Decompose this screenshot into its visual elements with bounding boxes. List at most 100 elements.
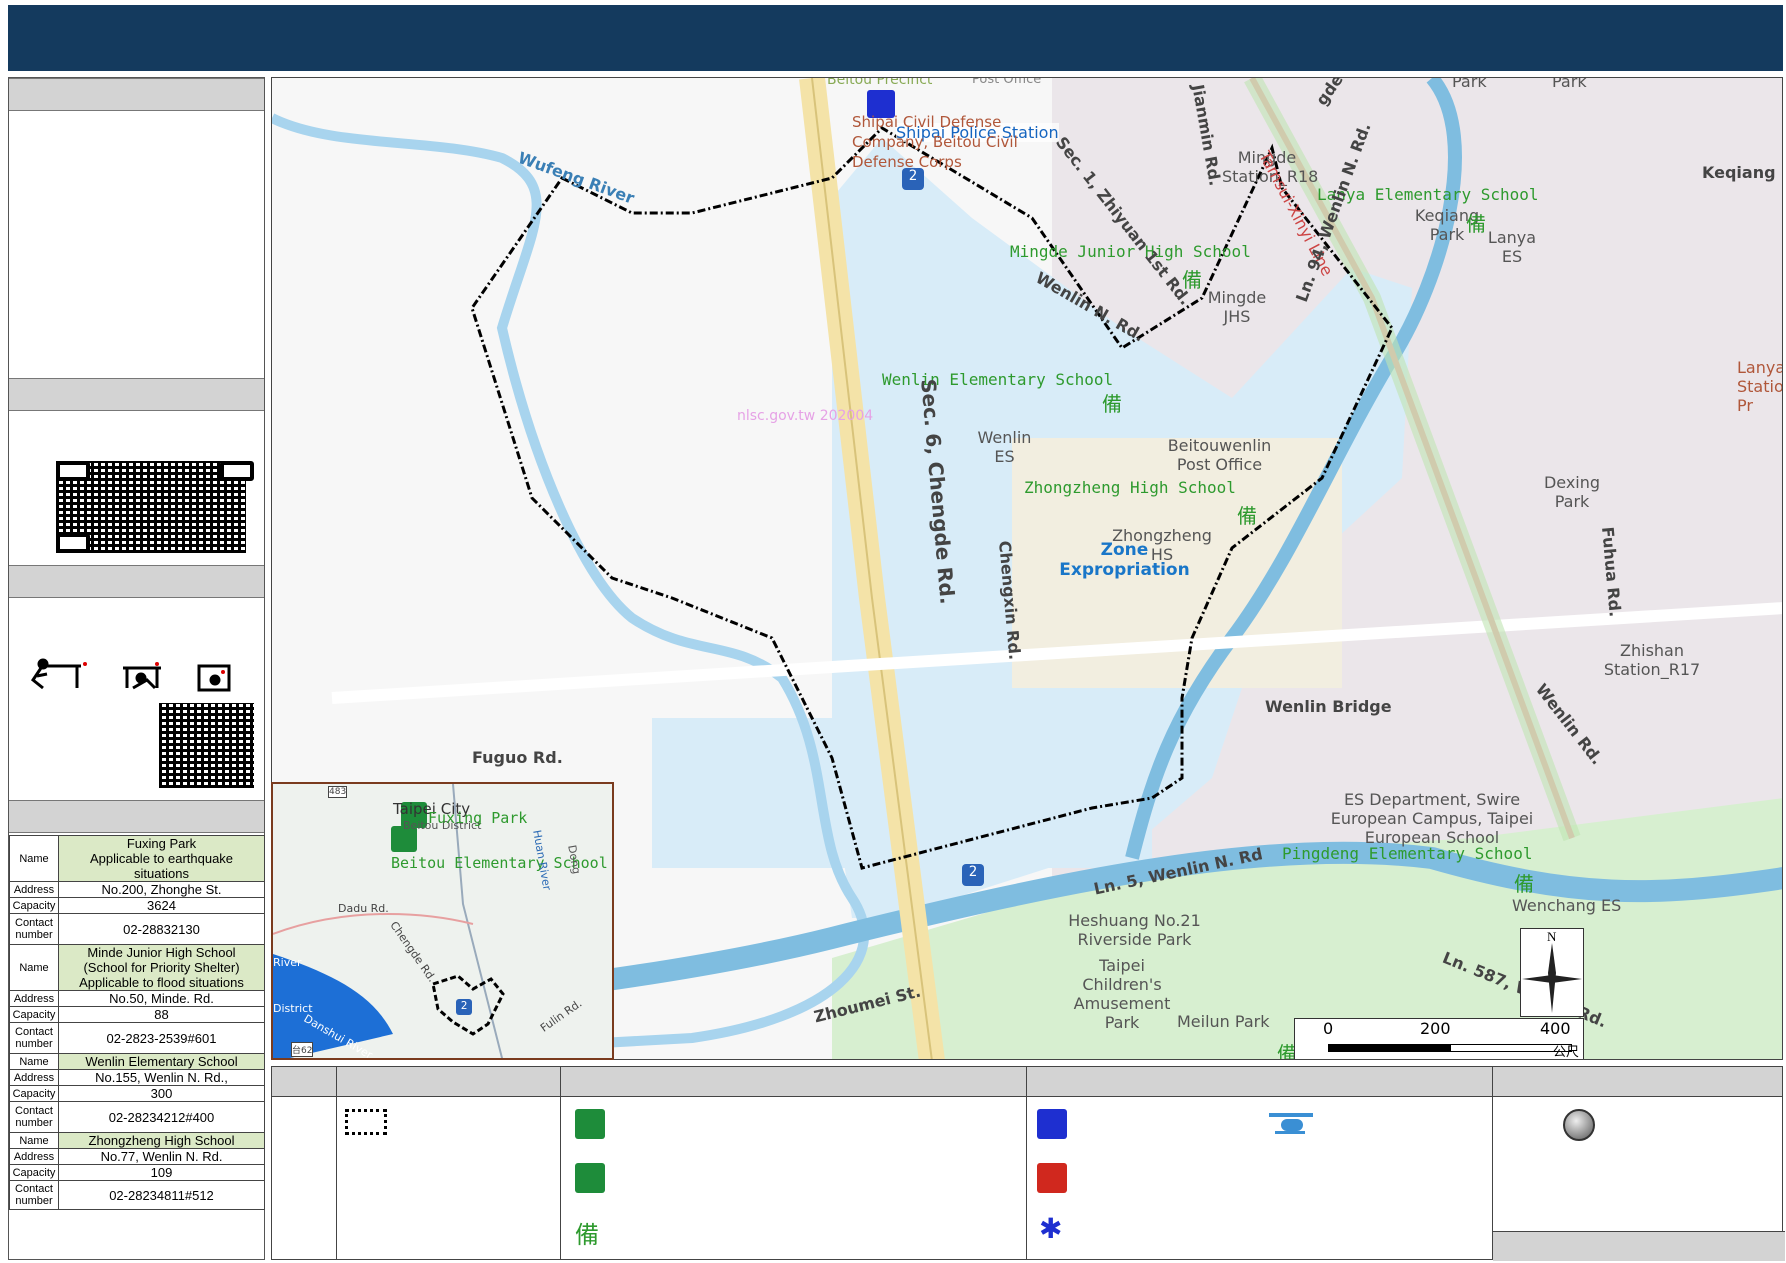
table-row: Name Zhongzheng High School [9,1132,265,1149]
map-label: Wenlin ES [977,428,1032,466]
legend-col-boundary [336,1067,560,1259]
shelter-icon[interactable]: 備 [1514,868,1534,897]
inset-label: District [273,1002,313,1015]
north-arrow: N [1520,928,1584,1017]
address-label: Address [9,1069,59,1086]
capacity-label: Capacity [9,1164,59,1181]
capacity-value: 3624 [58,897,265,914]
legend-footer [1493,1231,1785,1261]
qr-finder-icon [220,461,254,481]
map-label: Wenchang ES [1512,896,1622,915]
table-row: Name Minde Junior High School (School for… [9,944,265,991]
table-row: Name Wenlin Elementary School [9,1053,265,1070]
table-row: Contact number 02-28234212#400 [9,1101,265,1133]
shelter-icon[interactable]: 備 [1182,264,1202,293]
map-label: Park [1452,77,1487,91]
shelter-name: Minde Junior High School (School for Prio… [58,944,265,991]
freeway-shield-icon: 2 [902,168,924,190]
info-sidebar: Name Fuxing Park Applicable to earthquake… [8,77,265,1260]
contact-label: Contact number [9,1022,59,1054]
scale-bar-black [1328,1044,1450,1052]
backup-shelter-icon: 備 [575,1221,599,1249]
map-label: Meilun Park [1177,1012,1270,1031]
name-label: Name [9,1053,59,1070]
map-label: Zhongzheng High School [1024,478,1236,497]
name-label: Name [9,835,59,882]
inset-label: Dadu Rd. [338,902,389,915]
contact-value: 02-28234212#400 [58,1101,265,1133]
table-row: Contact number 02-28234811#512 [9,1180,265,1210]
map-label: Park [1552,77,1587,91]
address-value: No.77, Wenlin N. Rd. [58,1148,265,1165]
title-banner [8,5,1783,71]
address-label: Address [9,881,59,898]
boundary-symbol-icon [345,1109,387,1135]
address-value: No.50, Minde. Rd. [58,990,265,1007]
contact-label: Contact number [9,913,59,945]
address-value: No.155, Wenlin N. Rd., [58,1069,265,1086]
indoor-shelter-icon [575,1109,605,1139]
inset-map[interactable]: Taipei City Beitou District Fuxing Park … [271,782,614,1060]
legend-col-services: ✱ [1026,1067,1492,1259]
map-label: Post Office [972,77,1042,87]
qr-finder-icon [56,533,90,553]
inset-label: River [273,956,302,969]
contact-value: 02-28234811#512 [58,1180,265,1210]
shelter-icon[interactable]: 備 [1102,388,1122,417]
shelter-name: Zhongzheng High School [58,1132,265,1149]
map-label: Lanya ES [1487,228,1537,266]
section-header-4 [9,800,264,833]
table-row: Capacity 109 [9,1164,265,1181]
section-header-1 [9,78,264,111]
capacity-label: Capacity [9,1085,59,1102]
scale-tick: 200 [1420,1019,1451,1038]
map-label: Beitou Precinct [827,77,933,88]
shelter-name: Fuxing Park Applicable to earthquake situ… [58,835,265,882]
address-label: Address [9,990,59,1007]
road-number-icon: 台62 [291,1042,314,1057]
shelter-icon[interactable]: 備 [1466,208,1486,237]
map-label: Keqiang R [1702,163,1782,182]
freeway-shield-icon: 2 [456,999,472,1015]
section-header-3 [9,565,264,598]
shelter-icon[interactable]: 備 [1237,500,1257,529]
map-label: Mingde JHS [1207,288,1267,326]
qr-code-2[interactable] [159,703,254,788]
map-label: Zhishan Station_R17 [1603,641,1701,679]
capacity-label: Capacity [9,1006,59,1023]
table-row: Address No.50, Minde. Rd. [9,990,265,1007]
legend-col-other [1492,1067,1785,1261]
table-row: Contact number 02-2823-2539#601 [9,1022,265,1054]
map-legend: 備 ✱ [271,1066,1785,1261]
table-row: Capacity 3624 [9,897,265,914]
contact-value: 02-28832130 [58,913,265,945]
table-row: Capacity 300 [9,1085,265,1102]
table-row: Name Fuxing Park Applicable to earthquake… [9,835,265,882]
shelter-table: Name Fuxing Park Applicable to earthquake… [9,835,265,1210]
scale-unit: 公尺 [1553,1045,1580,1060]
table-row: Capacity 88 [9,1006,265,1023]
map-label: Heshuang No.21 Riverside Park [1068,911,1201,949]
name-label: Name [9,944,59,991]
drop-cover-hold-icon [30,658,231,692]
capacity-value: 300 [58,1085,265,1102]
map-label: Pingdeng Elementary School [1282,844,1533,863]
scale-tick: 0 [1323,1019,1334,1038]
table-row: Contact number 02-28832130 [9,913,265,945]
table-row: Address No.200, Zhonghe St. [9,881,265,898]
capacity-label: Capacity [9,897,59,914]
table-row: Address No.155, Wenlin N. Rd., [9,1069,265,1086]
inset-rail [273,913,474,935]
name-label: Name [9,1132,59,1149]
map-label: Lanya Station Pr [1737,358,1782,415]
road-number-icon: 483 [328,786,348,798]
contact-value: 02-2823-2539#601 [58,1022,265,1054]
inset-label: Fuxing Park [428,809,528,827]
fire-department-icon [1037,1163,1067,1193]
police-icon [1037,1109,1067,1139]
shelter-name: Wenlin Elementary School [58,1053,265,1070]
table-row: Address No.77, Wenlin N. Rd. [9,1148,265,1165]
map-label: Shipai Civil Defense Company, Beitou Civ… [852,113,1018,171]
scale-bar: 0 200 400 公尺 [1294,1018,1584,1060]
address-label: Address [9,1148,59,1165]
